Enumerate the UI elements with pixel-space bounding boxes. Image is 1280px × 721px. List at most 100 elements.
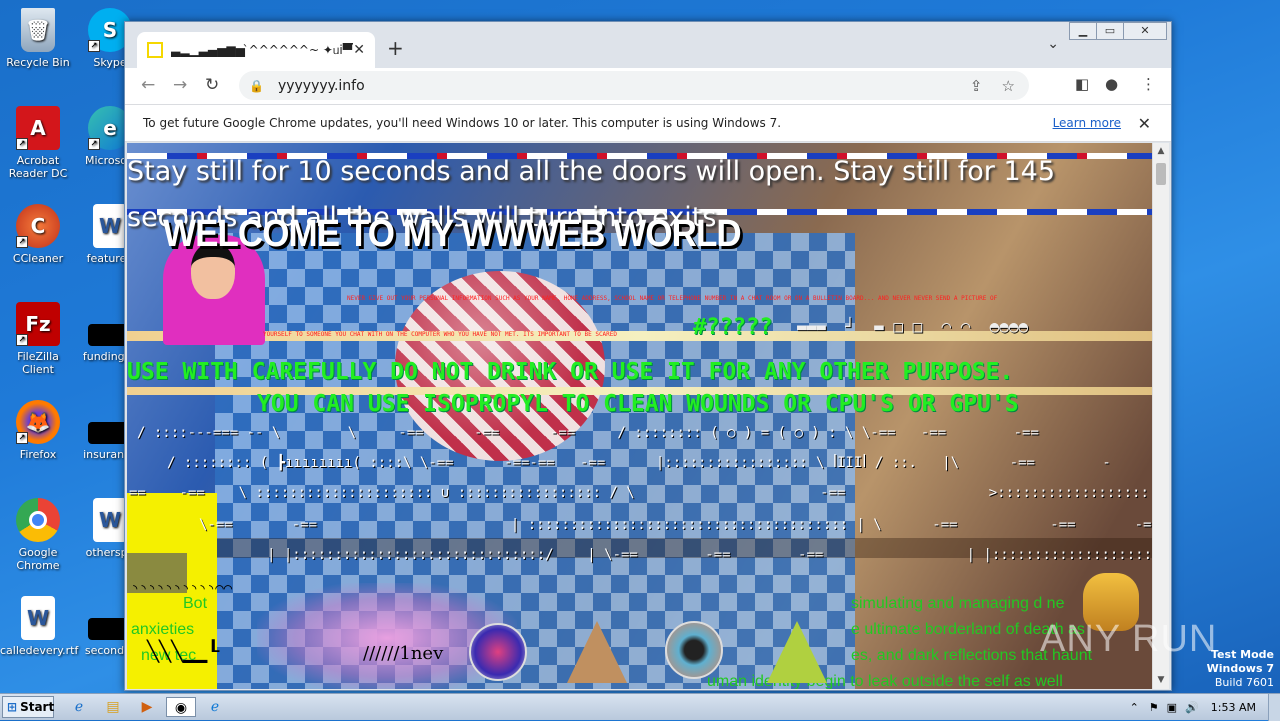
word-doc-icon: W [93,498,127,542]
welcome-heading: WELCOME TO MY WWWEB WORLD [163,213,742,255]
desktop-icon-label: CCleaner [12,252,64,265]
desktop-icon-calledevery[interactable]: W calledevery.rtf [0,596,79,657]
show-desktop-button[interactable] [1268,694,1280,721]
desktop-icon-label: FileZilla Client [17,350,59,376]
desktop-icon-label: Google Chrome [16,546,60,572]
pyramid-image [767,621,827,683]
green-text-right: simulating and managing d ne [851,595,1065,612]
tab-title: ▃▂▁▃▄▅▆▅ ̀^^^^^^~ ✦ᥙi▀▔┅ [171,42,354,57]
desktop-icon-label: Recycle Bin [6,56,70,69]
black-glyphs: //////1nev [363,643,444,664]
desktop-icon-label: Skype [93,56,127,69]
ccleaner-icon: C ↗ [16,204,60,248]
scroll-thumb[interactable] [1156,163,1166,185]
tab-strip: ▃▂▁▃▄▅▆▅ ̀^^^^^^~ ✦ᥙi▀▔┅ ✕ + ⌄ ▁ ▭ ✕ [125,22,1171,68]
orb-image [469,623,527,681]
ascii-art-row: \-== -== | :::::::::::::::::::::::::::::… [199,517,1154,533]
watermark-line: Test Mode [1211,648,1274,661]
update-infobar: To get future Google Chrome updates, you… [125,104,1171,142]
infobar-message: To get future Google Chrome updates, you… [143,116,782,130]
lock-icon[interactable]: 🔒 [249,79,264,93]
watermark-line: Windows 7 [1206,662,1274,675]
word-doc-icon: W [93,204,127,248]
ascii-art-row: == -== \ ::::::::::::::::::::: ∪ :::::::… [129,485,1154,501]
scroll-down-icon[interactable]: ▼ [1153,672,1169,689]
black-glyphs: ╲╲╲▁▁┖ [147,639,220,663]
start-label: Start [20,700,55,714]
desktop-icon-chrome[interactable]: Google Chrome [0,498,76,572]
warning-line-1: USE WITH CAREFULLY DO NOT DRINK OR USE I… [127,359,1014,385]
minimize-button[interactable]: ▁ [1069,22,1097,40]
page-scrollbar[interactable]: ▲ ▼ [1152,143,1169,689]
internet-explorer-icon[interactable]: ℯ [68,697,90,717]
firefox-icon: 🦊 ↗ [16,400,60,444]
reload-icon[interactable]: ↻ [205,75,219,95]
tab-close-icon[interactable]: ✕ [353,42,365,58]
start-button[interactable]: ⊞ Start [2,696,54,718]
chrome-icon [16,498,60,542]
safety-warning-line-1: NEVER GIVE OUT YOUR PERSONAL INFORMATION… [347,295,998,302]
safety-warning-line-2: YOURSELF TO SOMEONE YOU CHAT WITH ON THE… [263,331,618,338]
pyramid-image [567,621,627,683]
desktop-icon-firefox[interactable]: 🦊 ↗ Firefox [0,400,76,461]
infobar-close-icon[interactable]: ✕ [1138,114,1151,133]
test-mode-watermark: Test Mode Windows 7 Build 7601 [1207,648,1274,690]
media-player-icon[interactable]: ▶ [136,697,158,717]
green-text-right: uman identity begin to leak outside the … [707,673,1063,689]
ascii-art-row: ◝◝◝◝◝◝◝◝◝◝◠◠ [131,581,233,597]
window-close-button[interactable]: ✕ [1123,22,1167,40]
learn-more-link[interactable]: Learn more [1053,116,1121,130]
misc-symbols: ▬▬▬ ┘ ▬ □ □ ◠ ◠ ◓◓◓◓ [797,317,1029,336]
taskbar: ⊞ Start ℯ ▤ ▶ ◉ ℯ ⌃ ⚑ ▣ 🔊 1:53 AM [0,693,1280,721]
chrome-menu-icon[interactable]: ⋮ [1141,75,1156,93]
clock[interactable]: 1:53 AM [1211,701,1256,714]
tray-expand-icon[interactable]: ⌃ [1130,701,1139,714]
acrobat-icon: A ↗ [16,106,60,150]
favicon-icon [147,42,163,58]
desktop-icon-label: Firefox [19,448,57,461]
word-doc-icon: W [21,596,55,640]
browser-tab[interactable]: ▃▂▁▃▄▅▆▅ ̀^^^^^^~ ✦ᥙi▀▔┅ ✕ [137,32,375,68]
maximize-button[interactable]: ▭ [1096,22,1124,40]
filezilla-icon: Fz ↗ [16,302,60,346]
tab-search-chevron-icon[interactable]: ⌄ [1047,36,1059,52]
volume-icon[interactable]: 🔊 [1185,701,1199,714]
watermark-line: Build 7601 [1214,676,1274,689]
desktop-icon-label: calledevery.rtf [0,644,79,657]
desktop-icon-acrobat[interactable]: A ↗ Acrobat Reader DC [0,106,76,180]
windows-logo-icon: ⊞ [7,700,18,714]
file-explorer-icon[interactable]: ▤ [102,697,124,717]
desktop-icon-ccleaner[interactable]: C ↗ CCleaner [0,204,76,265]
green-text-left: anxieties [131,621,195,638]
edge-taskbar-icon[interactable]: ℯ [204,697,226,717]
new-tab-button[interactable]: + [387,36,404,60]
tray-flag-icon[interactable]: ⚑ [1149,701,1159,714]
window-controls: ▁ ▭ ✕ [1069,22,1167,40]
browser-toolbar: ← → ↻ 🔒 yyyyyyy.info ⇪ ☆ ◧ ● ⋮ [125,68,1171,104]
desktop-icon-label: Acrobat Reader DC [8,154,68,180]
green-symbols: #????? [693,315,773,340]
green-text-left: Bot [183,595,208,612]
network-icon[interactable]: ▣ [1167,701,1177,714]
scroll-up-icon[interactable]: ▲ [1153,143,1169,160]
forward-arrow-icon[interactable]: → [173,75,187,95]
desktop-icon-filezilla[interactable]: Fz ↗ FileZilla Client [0,302,76,376]
chrome-window: ▃▂▁▃▄▅▆▅ ̀^^^^^^~ ✦ᥙi▀▔┅ ✕ + ⌄ ▁ ▭ ✕ ← →… [124,21,1172,691]
anyrun-watermark: ANY RUN [1040,618,1218,660]
disc-image [665,621,723,679]
side-panel-icon[interactable]: ◧ [1075,75,1089,93]
back-arrow-icon[interactable]: ← [141,75,155,95]
ascii-art-row: / ::::---=== -- \ \ -== -== -== / ::::::… [137,425,1039,441]
recycle-bin-icon: 🗑 [21,8,55,52]
share-and-bookmark-icons[interactable]: ⇪ ☆ [970,77,1015,95]
chrome-taskbar-icon[interactable]: ◉ [166,697,196,717]
web-page-content: Stay still for 10 seconds and all the do… [127,143,1154,689]
ascii-art-row: / :::::::: ( ┣ıııııııı( ::::\ \-== -==-=… [167,455,1111,471]
desktop-icon-recycle-bin[interactable]: 🗑 Recycle Bin [0,8,76,69]
ascii-art-row: | |::::::::::::::::::::::::::::::/ | \-=… [267,547,1154,563]
profile-avatar-icon[interactable]: ● [1105,75,1118,93]
warning-line-2: YOU CAN USE ISOPROPYL TO CLEAN WOUNDS OR… [257,391,1019,417]
url-text[interactable]: yyyyyyy.info [278,78,365,94]
system-tray: ⌃ ⚑ ▣ 🔊 1:53 AM [1130,694,1280,721]
address-bar[interactable]: 🔒 yyyyyyy.info ⇪ ☆ [239,71,1029,100]
